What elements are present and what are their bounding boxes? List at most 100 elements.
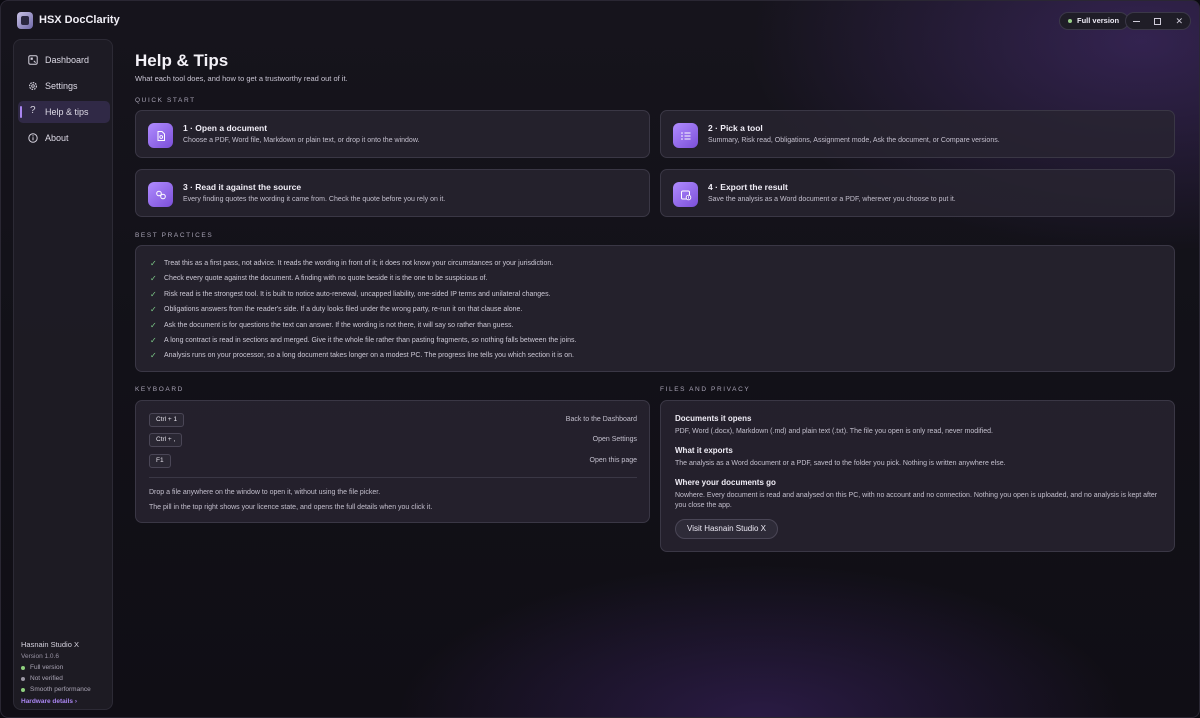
list-item: ✓ Ask the document is for questions the t…	[150, 321, 513, 330]
page-subtitle: What each tool does, and how to get a tr…	[135, 74, 348, 83]
fp-section-title: Documents it opens	[675, 414, 752, 423]
quick-start-desc: Choose a PDF, Word file, Markdown or pla…	[183, 137, 420, 144]
status-dot	[21, 665, 25, 670]
close-icon: ✕	[1175, 15, 1184, 26]
sidebar-item-settings[interactable]: Settings	[18, 75, 110, 97]
minimize-button[interactable]	[1129, 14, 1145, 28]
gear-icon	[28, 81, 38, 91]
visit-studio-button[interactable]: Visit Hasnain Studio X	[675, 519, 779, 539]
close-button[interactable]: ✕	[1171, 14, 1187, 28]
practice-text: Obligations answers from the reader's si…	[164, 306, 523, 313]
status-label: Not verified	[30, 675, 63, 682]
export-icon	[673, 182, 698, 207]
fp-section-text: PDF, Word (.docx), Markdown (.md) and pl…	[675, 428, 993, 435]
quick-start-title: 1 · Open a document	[183, 123, 268, 133]
app-window: HSX DocClarity Full version ✕ Dashboard	[0, 0, 1200, 718]
list-item: ✓ Obligations answers from the reader's s…	[150, 305, 522, 314]
title-bar[interactable]: HSX DocClarity Full version ✕	[1, 1, 1199, 39]
shortcut-keys: F1	[149, 454, 171, 468]
fp-section-text: The analysis as a Word document or a PDF…	[675, 460, 1006, 467]
question-icon: ?	[30, 105, 36, 116]
shortcut-action: Back to the Dashboard	[565, 416, 637, 423]
keyboard-card: Ctrl + 1 Back to the Dashboard Ctrl + , …	[135, 400, 650, 523]
practice-text: Treat this as a first pass, not advice. …	[164, 260, 554, 267]
quick-start-desc: Summary, Risk read, Obligations, Assignm…	[708, 137, 1000, 144]
page-title: Help & Tips	[135, 51, 229, 70]
status-label: Smooth performance	[30, 686, 91, 693]
shortcut-row: F1 Open this page	[149, 454, 637, 468]
status-dot	[21, 687, 25, 692]
keyboard-label: KEYBOARD	[135, 386, 184, 393]
minimize-icon	[1133, 20, 1141, 22]
license-pill[interactable]: Full version	[1059, 12, 1130, 30]
status-not-verified: Not verified	[21, 675, 109, 682]
status-dot	[21, 676, 25, 681]
shortcut-keys: Ctrl + 1	[149, 413, 185, 427]
shortcut-row: Ctrl + 1 Back to the Dashboard	[149, 413, 637, 427]
status-full-version: Full version	[21, 664, 109, 671]
check-icon: ✓	[150, 305, 157, 314]
sidebar-item-about[interactable]: About	[18, 127, 110, 149]
check-icon: ✓	[150, 351, 157, 360]
list-item: ✓ Treat this as a first pass, not advice.…	[150, 259, 553, 268]
quick-start-desc: Save the analysis as a Word document or …	[708, 196, 956, 203]
quick-start-card-open: 1 · Open a document Choose a PDF, Word f…	[135, 110, 650, 158]
files-privacy-card: Documents it opens PDF, Word (.docx), Ma…	[660, 400, 1175, 552]
practice-text: Analysis runs on your processor, so a lo…	[164, 352, 574, 359]
quick-start-desc: Every finding quotes the wording it came…	[183, 196, 446, 203]
quick-start-card-tool: 2 · Pick a tool Summary, Risk read, Obli…	[660, 110, 1175, 158]
divider	[149, 477, 637, 478]
list-item: ✓ A long contract is read in sections and…	[150, 336, 576, 345]
quick-start-card-read: 3 · Read it against the source Every fin…	[135, 169, 650, 217]
sidebar-item-label: Help & tips	[45, 107, 89, 117]
check-icon: ✓	[150, 290, 157, 299]
list-item: ✓ Check every quote against the document.…	[150, 274, 487, 283]
check-icon: ✓	[150, 259, 157, 268]
app-version: Version 1.0.6	[21, 653, 59, 660]
license-pill-label: Full version	[1077, 16, 1120, 25]
maximize-icon	[1154, 17, 1162, 25]
list-item: ✓ Risk read is the strongest tool. It is …	[150, 290, 551, 299]
window-controls: ✕	[1125, 12, 1191, 30]
status-label: Full version	[30, 664, 64, 671]
shortcut-keys: Ctrl + ,	[149, 433, 183, 447]
sidebar-item-label: Dashboard	[45, 55, 90, 65]
list-item: ✓ Analysis runs on your processor, so a l…	[150, 351, 574, 360]
app-logo-icon	[17, 12, 33, 29]
fp-section-text: Nowhere. Every document is read and anal…	[675, 492, 1158, 509]
app-title: HSX DocClarity	[39, 14, 120, 26]
maximize-button[interactable]	[1150, 14, 1166, 28]
sidebar-item-label: Settings	[45, 81, 78, 91]
shortcut-row: Ctrl + , Open Settings	[149, 433, 637, 447]
quick-start-label: QUICK START	[135, 97, 196, 104]
dashboard-icon	[28, 55, 38, 65]
check-icon: ✓	[150, 321, 157, 330]
quick-start-card-export: 4 · Export the result Save the analysis …	[660, 169, 1175, 217]
license-status-dot	[1068, 19, 1072, 23]
sidebar-item-dashboard[interactable]: Dashboard	[18, 49, 110, 71]
check-icon: ✓	[150, 274, 157, 283]
files-privacy-label: FILES AND PRIVACY	[660, 386, 751, 393]
practice-text: A long contract is read in sections and …	[164, 337, 577, 344]
compare-icon	[148, 182, 173, 207]
quick-start-title: 4 · Export the result	[708, 182, 788, 192]
hardware-details-link[interactable]: Hardware details ›	[21, 698, 109, 705]
keyboard-note: Drop a file anywhere on the window to op…	[149, 489, 381, 496]
status-performance: Smooth performance	[21, 686, 109, 693]
shortcut-action: Open this page	[589, 457, 637, 464]
practice-text: Check every quote against the document. …	[164, 275, 488, 282]
sidebar-item-help[interactable]: ? Help & tips	[18, 101, 110, 123]
info-icon	[28, 133, 38, 143]
fp-section-title: What it exports	[675, 446, 733, 455]
sidebar-footer: Hasnain Studio X Version 1.0.6 Full vers…	[21, 640, 109, 705]
fp-section-title: Where your documents go	[675, 478, 776, 487]
practice-text: Risk read is the strongest tool. It is b…	[164, 291, 551, 298]
quick-start-title: 3 · Read it against the source	[183, 182, 302, 192]
file-open-icon	[148, 123, 173, 148]
company-name: Hasnain Studio X	[21, 640, 79, 649]
keyboard-note: The pill in the top right shows your lic…	[149, 504, 433, 511]
quick-start-title: 2 · Pick a tool	[708, 123, 763, 133]
list-check-icon	[673, 123, 698, 148]
check-icon: ✓	[150, 336, 157, 345]
sidebar: Dashboard Settings ? Help & tips About H…	[13, 39, 113, 710]
